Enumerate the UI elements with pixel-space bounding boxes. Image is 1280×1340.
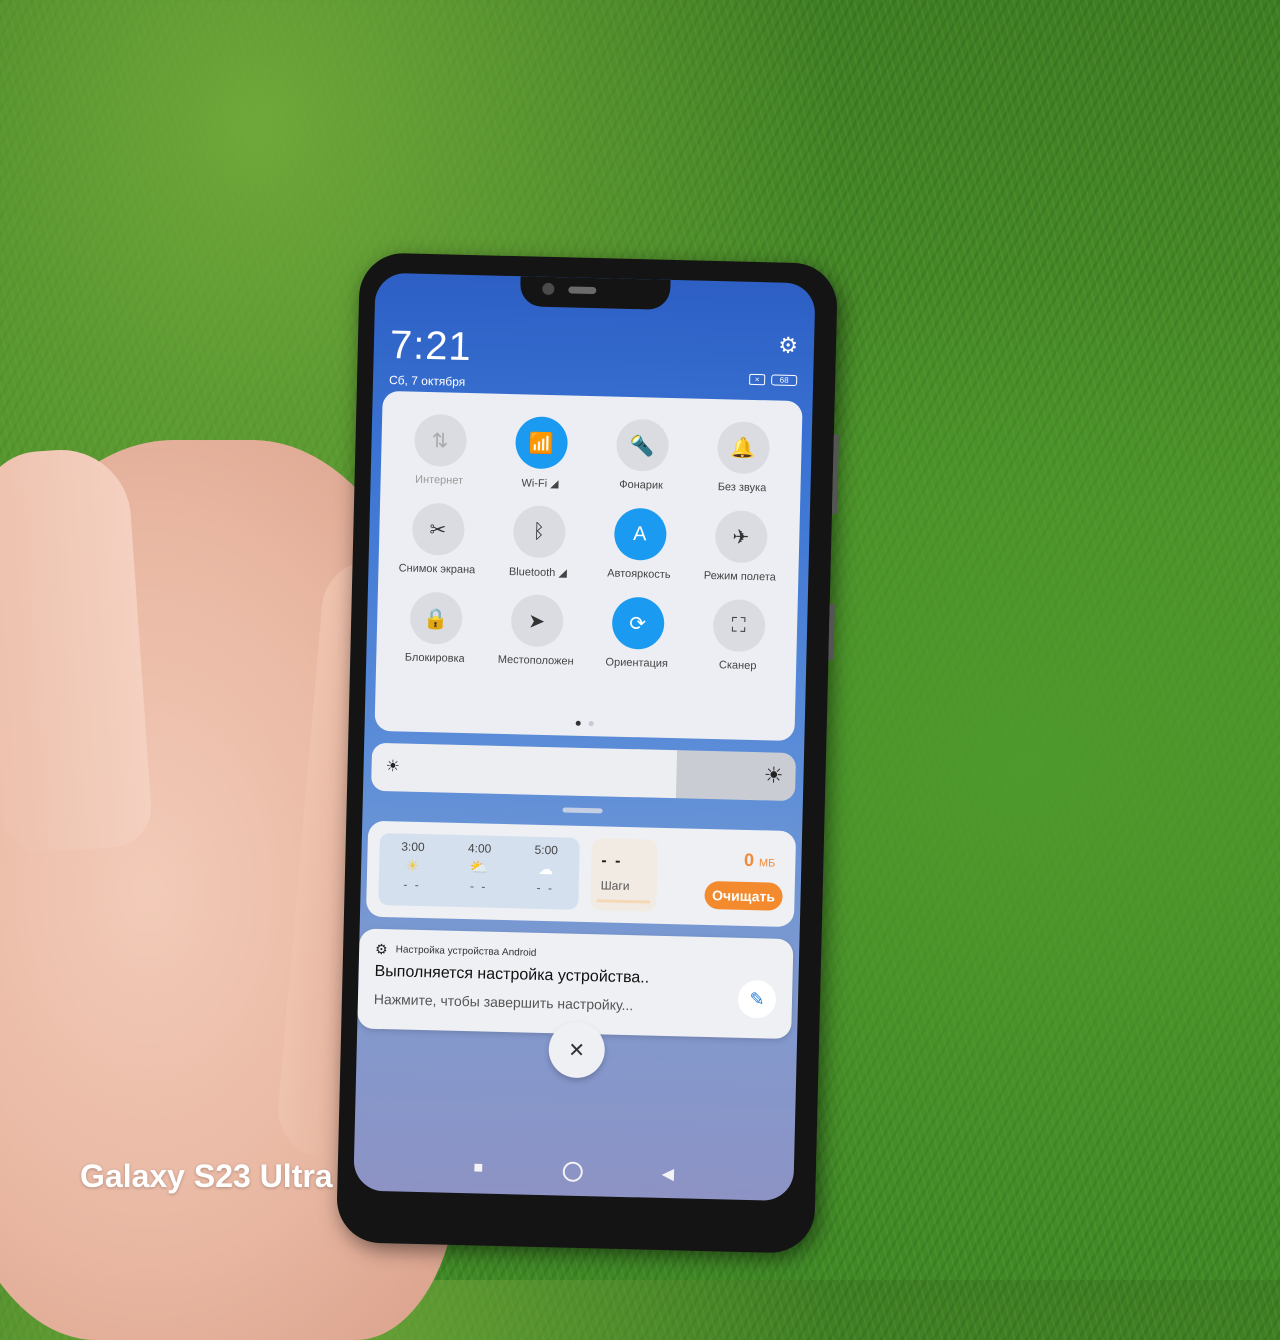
tile-mobile-data[interactable]: ⇅ Интернет: [388, 413, 491, 488]
quick-settings-grid: ⇅ Интернет 📶 Wi-Fi ◢ 🔦 Фонарик 🔔 Без звука ✂ Сним…: [376, 391, 803, 673]
gear-icon[interactable]: ⚙: [778, 333, 798, 359]
auto-brightness-icon: A: [613, 507, 667, 561]
tile-label: Режим полета: [703, 569, 776, 584]
settings-gear-icon: ⚙: [374, 940, 388, 958]
forecast-hour: 5:00 ☁ - -: [533, 837, 558, 910]
weather-forecast[interactable]: 3:00 ☀ - -4:00 ⛅ - -5:00 ☁ - -: [378, 832, 580, 910]
tile-label: Снимок экрана: [398, 562, 476, 577]
volume-button: [831, 433, 839, 515]
forecast-time: 5:00: [534, 842, 559, 858]
tile-wifi[interactable]: 📶 Wi-Fi ◢: [489, 416, 592, 491]
clock: 7:21: [389, 323, 473, 370]
tile-label: Блокировка: [404, 651, 465, 665]
recents-button[interactable]: ■: [473, 1159, 483, 1179]
navigation-bar: ■ ◀: [354, 1156, 794, 1187]
quick-settings-panel: ⇅ Интернет 📶 Wi-Fi ◢ 🔦 Фонарик 🔔 Без звука ✂ Сним…: [374, 390, 803, 742]
rotation-lock-icon: ⟳: [611, 596, 665, 650]
steps-value: - -: [601, 852, 623, 870]
tile-rotation-lock[interactable]: ⟳ Ориентация: [586, 596, 689, 670]
weather-icon: ☁: [538, 860, 554, 879]
wifi-icon: 📶: [514, 416, 568, 470]
drag-handle[interactable]: [562, 807, 603, 814]
steps-card[interactable]: - - Шаги: [590, 838, 658, 912]
tile-flashlight[interactable]: 🔦 Фонарик: [590, 418, 693, 493]
forecast-temp: - -: [469, 879, 488, 894]
tile-auto-brightness[interactable]: A Автояркость: [588, 507, 691, 582]
notification-app-name: Настройка устройства Android: [395, 944, 537, 959]
brightness-low-icon: ☀: [385, 758, 401, 776]
brightness-fill: [371, 742, 678, 799]
steps-progress: [596, 899, 651, 904]
flashlight-icon: 🔦: [615, 418, 669, 472]
forecast-hour: 3:00 ☀ - -: [400, 833, 425, 906]
tile-label: Автояркость: [607, 567, 671, 581]
back-button[interactable]: ◀: [661, 1164, 675, 1184]
bell-icon: 🔔: [716, 421, 770, 475]
status-icons: × 68: [749, 373, 798, 387]
date: Сб, 7 октября: [388, 373, 466, 389]
clean-button[interactable]: Очищать: [704, 880, 783, 911]
bluetooth-icon: ᛒ: [512, 505, 566, 559]
tile-label: Без звука: [717, 481, 767, 495]
lock-icon: 🔒: [409, 591, 463, 645]
no-sim-icon: ×: [749, 373, 766, 386]
forecast-hour: 4:00 ⛅ - -: [466, 835, 492, 908]
forecast-time: 3:00: [401, 839, 425, 855]
battery-icon: 68: [771, 374, 798, 387]
tile-scanner[interactable]: ⛶ Сканер: [687, 598, 790, 672]
magic-wand-icon: ✎: [737, 979, 777, 1019]
mobile-data-icon: ⇅: [413, 413, 467, 467]
tile-location[interactable]: ➤ Местоположен: [485, 594, 588, 668]
brightness-slider[interactable]: ☀ ☀: [371, 742, 797, 802]
notch: [519, 276, 671, 310]
airplane-icon: ✈: [714, 510, 768, 564]
clear-all-button[interactable]: ✕: [548, 1021, 606, 1079]
brightness-high-icon: ☀: [763, 762, 784, 788]
tile-label: Wi-Fi ◢: [521, 477, 559, 491]
earpiece: [568, 286, 597, 295]
front-camera: [542, 282, 555, 296]
tile-label: Ориентация: [605, 656, 669, 670]
tile-lock[interactable]: 🔒 Блокировка: [384, 591, 487, 665]
tile-label: Фонарик: [619, 478, 664, 492]
tile-label: Bluetooth ◢: [508, 566, 568, 580]
memory-value: 0: [743, 849, 755, 871]
tile-label: Сканер: [718, 659, 757, 673]
location-icon: ➤: [510, 594, 564, 648]
tile-label: Местоположен: [497, 653, 574, 668]
memory-unit: МБ: [758, 857, 776, 870]
notification-body: Нажмите, чтобы завершить настройку...: [373, 990, 634, 1014]
home-button[interactable]: [562, 1161, 583, 1183]
page-dot[interactable]: [575, 720, 581, 726]
phone: 7:21 Сб, 7 октября ⚙ × 68 ⇅ Интернет 📶 Wi-F…: [335, 252, 839, 1254]
screen: 7:21 Сб, 7 октября ⚙ × 68 ⇅ Интернет 📶 Wi-F…: [353, 272, 816, 1202]
notification-title: Выполняется настройка устройства..: [374, 962, 650, 987]
page-dot[interactable]: [588, 721, 594, 727]
weather-icon: ⛅: [469, 859, 489, 877]
page-indicator: [575, 720, 594, 727]
tile-screenshot[interactable]: ✂ Снимок экрана: [386, 502, 489, 577]
tile-bell[interactable]: 🔔 Без звука: [691, 420, 794, 495]
notification-header: ⚙ Настройка устройства Android: [375, 941, 537, 962]
forecast-temp: - -: [403, 877, 421, 892]
power-button: [828, 603, 835, 660]
forecast-time: 4:00: [467, 841, 492, 856]
tile-label: Интернет: [414, 473, 464, 487]
camera-watermark: Galaxy S23 Ultra: [80, 1158, 333, 1194]
memory-readout: 0 МБ: [744, 850, 776, 872]
info-widget: 3:00 ☀ - -4:00 ⛅ - -5:00 ☁ - - - - Шаги 0 МБ О…: [365, 820, 797, 928]
screenshot-icon: ✂: [411, 502, 465, 556]
forecast-temp: - -: [536, 880, 555, 896]
weather-icon: ☀: [405, 857, 420, 875]
tile-airplane[interactable]: ✈ Режим полета: [689, 509, 792, 584]
scanner-icon: ⛶: [712, 599, 766, 653]
steps-label: Шаги: [600, 878, 630, 894]
tile-bluetooth[interactable]: ᛒ Bluetooth ◢: [487, 505, 590, 580]
